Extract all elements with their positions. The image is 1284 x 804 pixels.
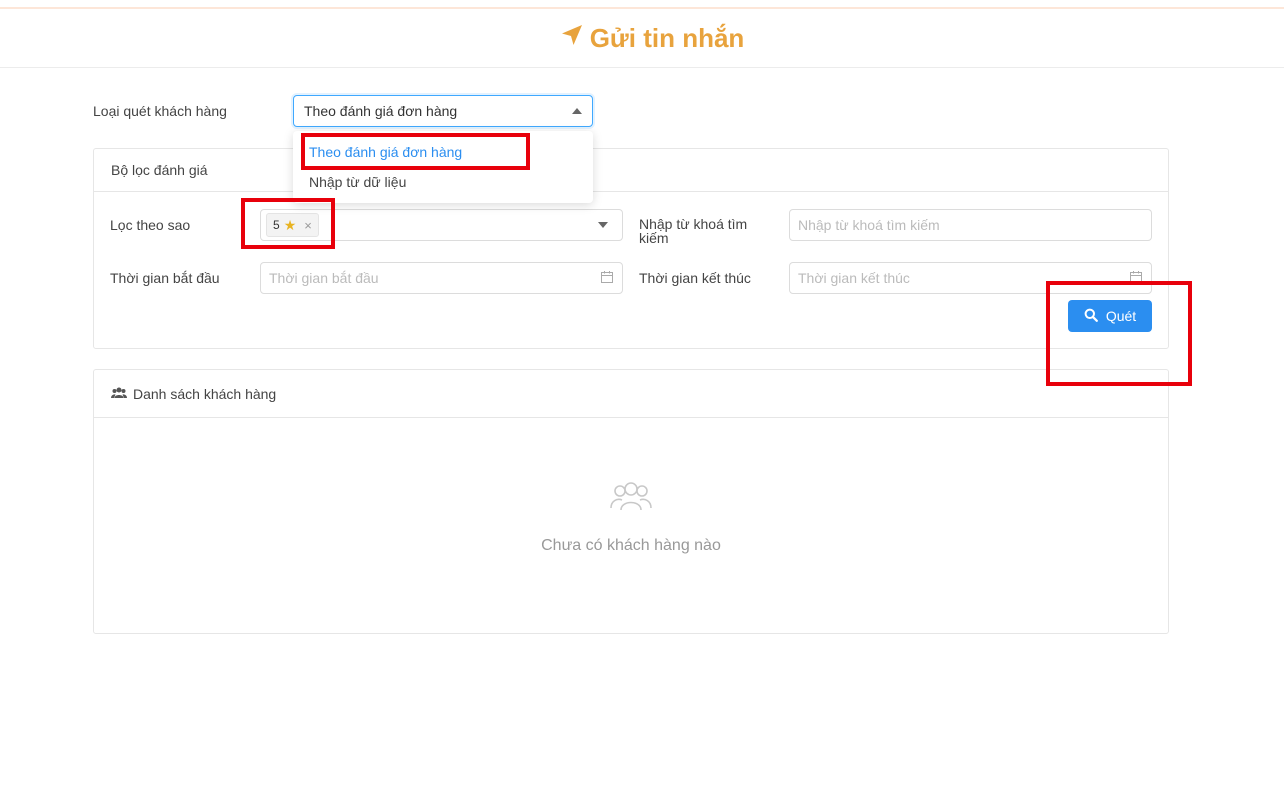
- end-time-placeholder: Thời gian kết thúc: [798, 270, 910, 286]
- users-icon: [111, 386, 127, 402]
- scan-type-label: Loại quét khách hàng: [93, 103, 227, 119]
- keyword-placeholder: Nhập từ khoá tìm kiếm: [798, 217, 940, 233]
- customer-list-title: Danh sách khách hàng: [133, 385, 277, 402]
- end-time-label: Thời gian kết thúc: [639, 270, 751, 286]
- start-time-input[interactable]: Thời gian bắt đầu: [260, 262, 623, 294]
- calendar-icon: [600, 270, 614, 287]
- start-time-placeholder: Thời gian bắt đầu: [269, 270, 379, 286]
- chevron-down-icon: [598, 222, 608, 228]
- calendar-icon: [1129, 270, 1143, 287]
- start-time-label: Thời gian bắt đầu: [110, 270, 220, 286]
- top-strip: [0, 0, 1284, 9]
- end-time-input[interactable]: Thời gian kết thúc: [789, 262, 1152, 294]
- scan-type-dropdown: Theo đánh giá đơn hàng Nhập từ dữ liệu: [293, 131, 593, 203]
- star-tag: 5 ★ ×: [266, 213, 319, 237]
- users-empty-icon: [609, 480, 653, 515]
- empty-state-text: Chưa có khách hàng nào: [541, 537, 721, 554]
- empty-state: Chưa có khách hàng nào: [94, 480, 1168, 555]
- review-filter-title: Bộ lọc đánh giá: [94, 149, 1168, 192]
- search-icon: [1084, 308, 1098, 325]
- scan-button[interactable]: Quét: [1068, 300, 1152, 332]
- keyword-label: Nhập từ khoá tìm kiếm: [639, 216, 748, 246]
- star-tag-value: 5: [273, 218, 280, 232]
- scan-type-option-review[interactable]: Theo đánh giá đơn hàng: [293, 137, 593, 167]
- send-icon: [560, 23, 584, 54]
- scan-type-value: Theo đánh giá đơn hàng: [304, 103, 458, 119]
- review-filter-card: Bộ lọc đánh giá: [93, 148, 1169, 349]
- keyword-input[interactable]: Nhập từ khoá tìm kiếm: [789, 209, 1152, 241]
- page-title: Gửi tin nhắn: [560, 22, 745, 54]
- star-icon: ★: [283, 216, 297, 233]
- page-header: Gửi tin nhắn: [0, 9, 1284, 68]
- customer-list-card: Danh sách khách hàng Chưa có khách hàng …: [93, 369, 1169, 634]
- customer-list-header: Danh sách khách hàng: [94, 370, 1168, 418]
- scan-type-option-import[interactable]: Nhập từ dữ liệu: [293, 167, 593, 197]
- scan-type-select[interactable]: Theo đánh giá đơn hàng: [293, 95, 593, 127]
- star-filter-select[interactable]: 5 ★ ×: [260, 209, 623, 241]
- close-icon[interactable]: ×: [304, 218, 312, 233]
- page-title-text: Gửi tin nhắn: [589, 22, 745, 53]
- caret-up-icon: [572, 108, 582, 114]
- scan-button-label: Quét: [1105, 308, 1137, 324]
- star-filter-label: Lọc theo sao: [110, 217, 191, 233]
